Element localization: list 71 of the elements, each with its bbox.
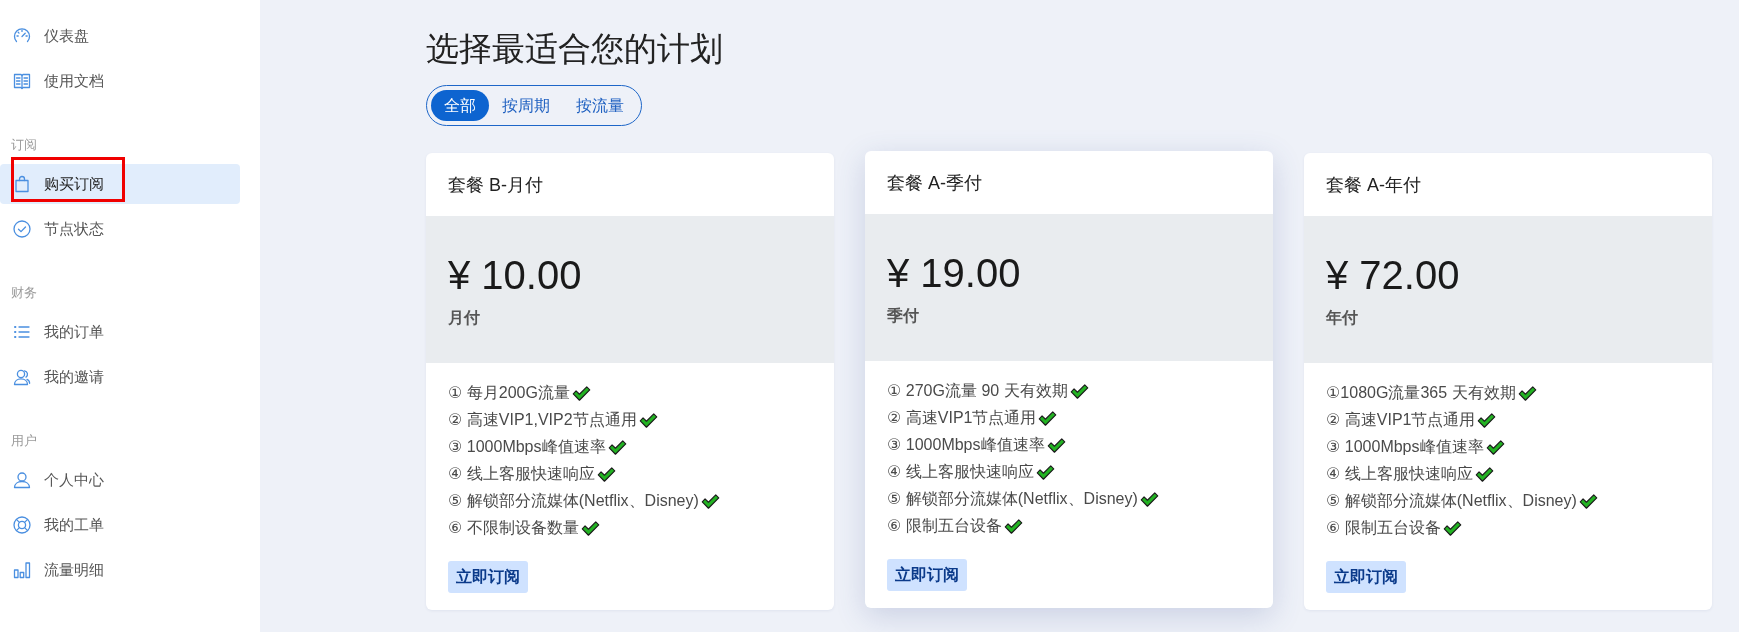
feature-text: ② 高速VIP1节点通用 bbox=[887, 408, 1037, 428]
check-icon bbox=[1035, 465, 1055, 480]
sidebar-item[interactable]: 我的订单 bbox=[0, 312, 240, 352]
plan-name: 套餐 B-月付 bbox=[448, 173, 543, 197]
check-icon bbox=[607, 440, 627, 455]
check-icon bbox=[1038, 411, 1058, 426]
users-icon bbox=[12, 367, 32, 387]
check-circle-icon bbox=[12, 219, 32, 239]
bar-chart-icon bbox=[12, 560, 32, 580]
sidebar-item[interactable]: 个人中心 bbox=[0, 460, 240, 500]
subscribe-button[interactable]: 立即订阅 bbox=[448, 561, 528, 593]
plan-price: ¥ 72.00 bbox=[1326, 252, 1460, 299]
sidebar-item[interactable]: 流量明细 bbox=[0, 550, 240, 590]
check-icon bbox=[1046, 438, 1066, 453]
feature-text: ⑥ 不限制设备数量 bbox=[448, 518, 579, 538]
billing-period: 年付 bbox=[1326, 308, 1358, 328]
check-icon bbox=[1485, 440, 1505, 455]
check-icon bbox=[1003, 519, 1023, 534]
plan-price: ¥ 19.00 bbox=[887, 250, 1021, 297]
feature-text: ③ 1000Mbps峰值速率 bbox=[448, 437, 606, 457]
feature-text: ④ 线上客服快速响应 bbox=[448, 464, 595, 484]
feature-text: ⑤ 解锁部分流媒体(Netflix、Disney) bbox=[448, 491, 699, 511]
feature-text: ① 270G流量 90 天有效期 bbox=[887, 381, 1068, 401]
filter-tab[interactable]: 全部 bbox=[431, 90, 489, 121]
feature-text: ④ 线上客服快速响应 bbox=[887, 462, 1034, 482]
check-icon bbox=[580, 521, 600, 536]
subscribe-button[interactable]: 立即订阅 bbox=[1326, 561, 1406, 593]
plan-price: ¥ 10.00 bbox=[448, 252, 582, 299]
feature-text: ① 每月200G流量 bbox=[448, 383, 570, 403]
sidebar-item[interactable]: 仪表盘 bbox=[0, 16, 240, 56]
check-icon bbox=[1578, 494, 1598, 509]
shopping-bag-icon bbox=[12, 174, 32, 194]
page-title: 选择最适合您的计划 bbox=[426, 29, 724, 69]
check-icon bbox=[700, 494, 720, 509]
plan-name: 套餐 A-年付 bbox=[1326, 173, 1421, 197]
filter-tab[interactable]: 按流量 bbox=[563, 90, 637, 121]
check-icon bbox=[1517, 386, 1537, 401]
section-label: 用户 bbox=[11, 432, 38, 450]
check-icon bbox=[1474, 467, 1494, 482]
sidebar-item[interactable]: 节点状态 bbox=[0, 209, 240, 249]
feature-text: ①1080G流量365 天有效期 bbox=[1326, 383, 1516, 403]
feature-text: ② 高速VIP1,VIP2节点通用 bbox=[448, 410, 637, 430]
check-icon bbox=[1442, 521, 1462, 536]
sidebar-item[interactable]: 我的工单 bbox=[0, 505, 240, 545]
feature-text: ⑤ 解锁部分流媒体(Netflix、Disney) bbox=[1326, 491, 1577, 511]
check-icon bbox=[1069, 384, 1089, 399]
check-icon bbox=[1139, 492, 1159, 507]
feature-text: ③ 1000Mbps峰值速率 bbox=[1326, 437, 1484, 457]
feature-text: ⑤ 解锁部分流媒体(Netflix、Disney) bbox=[887, 489, 1138, 509]
check-icon bbox=[1477, 413, 1497, 428]
user-icon bbox=[12, 470, 32, 490]
check-icon bbox=[596, 467, 616, 482]
lifebuoy-icon bbox=[12, 515, 32, 535]
billing-period: 月付 bbox=[448, 308, 480, 328]
section-label: 订阅 bbox=[11, 136, 38, 154]
sidebar-item[interactable]: 我的邀请 bbox=[0, 357, 240, 397]
check-icon bbox=[571, 386, 591, 401]
filter-tab[interactable]: 按周期 bbox=[489, 90, 563, 121]
feature-text: ② 高速VIP1节点通用 bbox=[1326, 410, 1476, 430]
sidebar-item[interactable]: 使用文档 bbox=[0, 61, 240, 101]
feature-text: ⑥ 限制五台设备 bbox=[887, 516, 1002, 536]
feature-text: ③ 1000Mbps峰值速率 bbox=[887, 435, 1045, 455]
sidebar-item[interactable]: 购买订阅 bbox=[0, 164, 240, 204]
plan-name: 套餐 A-季付 bbox=[887, 171, 982, 195]
check-icon bbox=[638, 413, 658, 428]
book-icon bbox=[12, 71, 32, 91]
subscribe-button[interactable]: 立即订阅 bbox=[887, 559, 967, 591]
feature-text: ⑥ 限制五台设备 bbox=[1326, 518, 1441, 538]
billing-period: 季付 bbox=[887, 306, 919, 326]
feature-text: ④ 线上客服快速响应 bbox=[1326, 464, 1473, 484]
section-label: 财务 bbox=[11, 284, 38, 302]
